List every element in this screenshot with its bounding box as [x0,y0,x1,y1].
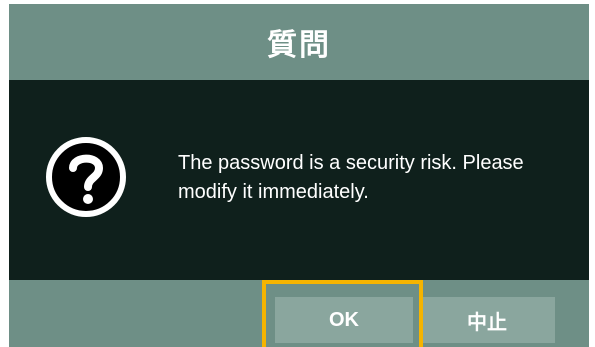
dialog-button-bar: OK 中止 [9,280,589,347]
dialog-body: The password is a security risk. Please … [9,80,589,280]
dialog-title: 質問 [267,28,331,63]
ok-button[interactable]: OK [275,297,413,343]
question-dialog: 質問 The password is a security risk. Plea… [9,4,589,347]
dialog-title-bar: 質問 [9,4,589,80]
cancel-button[interactable]: 中止 [419,297,555,343]
question-icon [46,137,126,217]
dialog-message: The password is a security risk. Please … [178,152,524,203]
